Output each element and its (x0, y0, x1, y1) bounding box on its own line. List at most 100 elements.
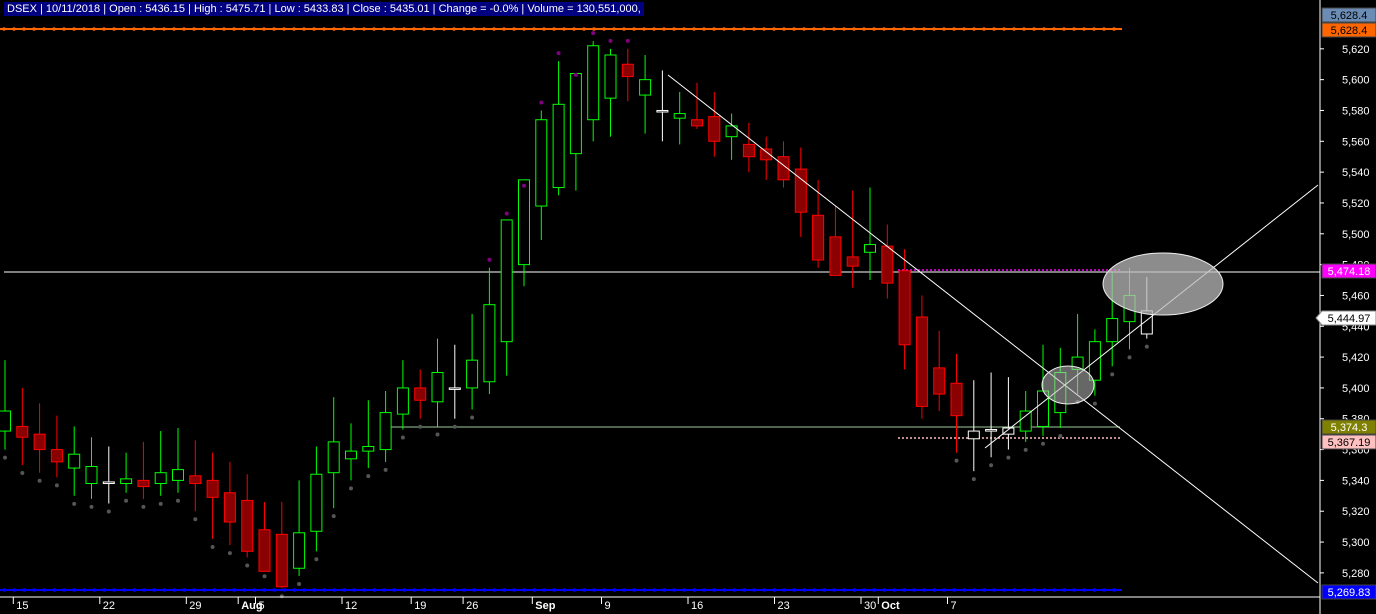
candle-body (967, 430, 980, 440)
sar-dot (1110, 372, 1115, 377)
price-tag-top1-text: 5,628.4 (1331, 10, 1368, 22)
sar-dot (227, 551, 232, 556)
support-marker (622, 588, 626, 592)
resistance-marker (482, 27, 486, 31)
x-tick-label: 30 (864, 600, 876, 612)
sar-dot (3, 455, 7, 460)
support-marker (1012, 588, 1016, 592)
support-marker (1022, 588, 1026, 592)
support-marker (202, 588, 206, 592)
resistance-marker (812, 27, 816, 31)
support-marker (992, 588, 996, 592)
y-tick-label: 5,300 (1342, 537, 1370, 549)
support-marker (432, 588, 436, 592)
candle-body (1019, 410, 1032, 432)
candle-body (241, 499, 254, 552)
support-marker (902, 588, 906, 592)
resistance-marker (1092, 27, 1096, 31)
sar-dot (1127, 355, 1132, 360)
resistance-marker (1012, 27, 1016, 31)
support-marker (662, 588, 666, 592)
resistance-marker (202, 27, 206, 31)
support-marker (742, 588, 746, 592)
support-marker (402, 588, 406, 592)
x-tick-label: Oct (881, 600, 900, 612)
support-marker (32, 588, 36, 592)
candle-body (915, 316, 928, 407)
support-marker (1072, 588, 1076, 592)
support-marker (672, 588, 676, 592)
resistance-marker (842, 27, 846, 31)
sar-dot (539, 100, 544, 105)
resistance-marker (862, 27, 866, 31)
candle-body (16, 425, 29, 438)
resistance-marker (262, 27, 266, 31)
resistance-marker (1062, 27, 1066, 31)
resistance-marker (742, 27, 746, 31)
candle-body (206, 479, 219, 498)
resistance-marker (52, 27, 56, 31)
support-marker (732, 588, 736, 592)
support-marker (922, 588, 926, 592)
sar-dot (452, 424, 457, 429)
resistance-marker (932, 27, 936, 31)
support-marker (332, 588, 336, 592)
price-tag-bottom-text: 5,269.83 (1328, 587, 1371, 599)
candle-body (518, 179, 530, 266)
x-tick-label: 7 (951, 600, 957, 612)
support-marker (602, 588, 606, 592)
y-tick-label: 5,500 (1342, 229, 1370, 241)
sar-dot (54, 483, 59, 488)
resistance-marker (452, 27, 456, 31)
sar-dot (1023, 447, 1028, 452)
price-tag-current-text: 5,444.97 (1328, 313, 1371, 325)
resistance-marker (392, 27, 396, 31)
sar-dot (210, 544, 215, 549)
support-marker (392, 588, 396, 592)
resistance-marker (342, 27, 346, 31)
candle-body (102, 481, 115, 484)
resistance-marker (532, 27, 536, 31)
resistance-marker (1082, 27, 1086, 31)
support-marker (552, 588, 556, 592)
sar-dot (297, 581, 302, 586)
candle-body (327, 441, 340, 474)
support-marker (712, 588, 716, 592)
sar-dot (20, 470, 25, 475)
x-tick-label: 9 (605, 600, 611, 612)
resistance-marker (142, 27, 146, 31)
candle-body (708, 116, 721, 142)
resistance-marker (502, 27, 506, 31)
support-marker (812, 588, 816, 592)
candle-body (414, 387, 427, 401)
support-marker (42, 588, 46, 592)
support-marker (262, 588, 266, 592)
support-marker (502, 588, 506, 592)
candle-body (569, 72, 582, 155)
resistance-marker (1002, 27, 1006, 31)
sar-dot (193, 517, 198, 522)
sar-dot (89, 504, 94, 509)
candlestick-chart[interactable]: 5,2805,3005,3205,3405,3605,3805,4005,420… (0, 0, 1376, 614)
candle-body (431, 372, 444, 403)
support-marker (962, 588, 966, 592)
support-marker (1082, 588, 1086, 592)
candle-body (846, 256, 859, 267)
resistance-marker (912, 27, 916, 31)
sar-dot (245, 563, 250, 568)
resistance-marker (522, 27, 526, 31)
sar-dot (487, 257, 492, 262)
resistance-marker (732, 27, 736, 31)
price-tag-magenta: 5,474.18 (1321, 263, 1376, 279)
support-marker (472, 588, 476, 592)
support-marker (1102, 588, 1106, 592)
resistance-marker (612, 27, 616, 31)
resistance-marker (542, 27, 546, 31)
sar-dot (106, 509, 111, 514)
support-marker (912, 588, 916, 592)
support-marker (1052, 588, 1056, 592)
support-marker (492, 588, 496, 592)
resistance-marker (562, 27, 566, 31)
resistance-marker (82, 27, 86, 31)
support-marker (172, 588, 176, 592)
